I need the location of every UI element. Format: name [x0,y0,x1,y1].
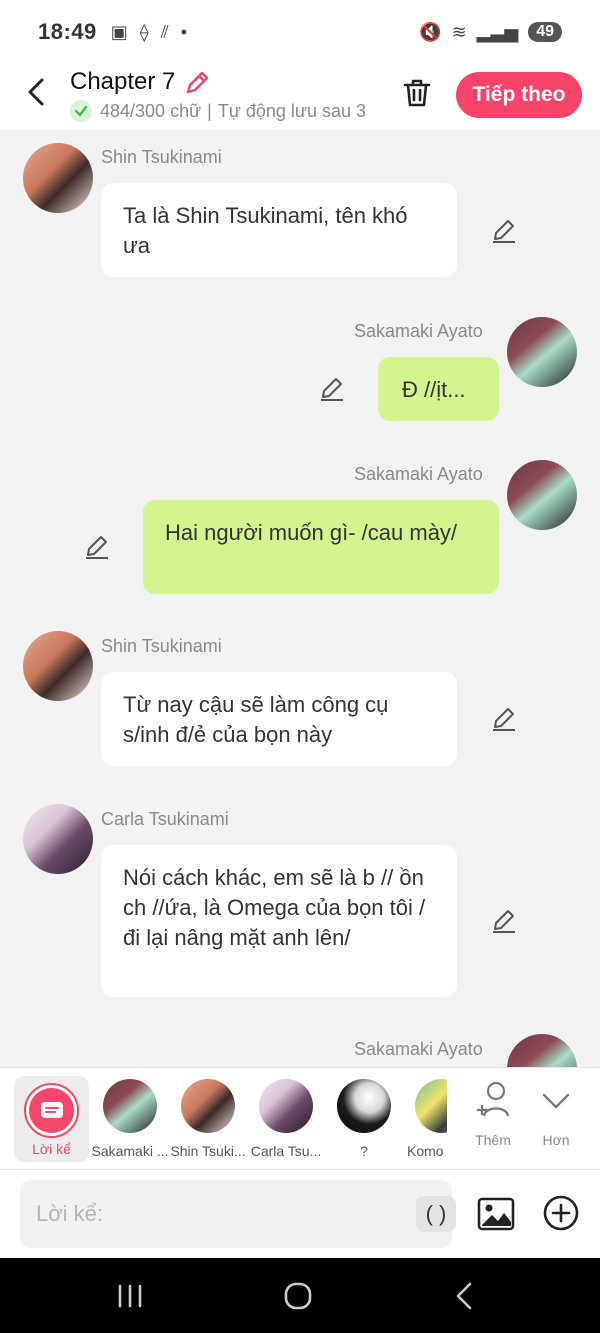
divider: | [207,100,212,121]
character-avatar [259,1079,313,1133]
character-item[interactable]: Komo [403,1076,447,1162]
pencil-icon [86,536,108,559]
status-right: 🔇 ≋ ▂▃▅ 49 [419,22,562,43]
narrator-icon-bg [29,1088,74,1133]
more-label: Hơn [542,1132,570,1148]
check-icon [70,100,92,122]
edit-message-button[interactable] [490,217,518,245]
image-icon [477,1197,515,1231]
input-container: ( ) [20,1180,456,1248]
back-button[interactable] [20,76,52,108]
avatar-ayato[interactable] [507,317,577,387]
hashtag-icon: ⫽ [160,21,169,42]
character-label: Carla Tsu... [250,1143,322,1159]
message-bubble[interactable]: Đ //ịt... [378,357,499,421]
pencil-icon [321,378,343,401]
sender-name: Sakamaki Ayato [354,464,483,484]
avatar-ayato[interactable] [507,1034,577,1067]
avatar-ayato[interactable] [507,460,577,530]
narrator-button[interactable]: Lời kể [14,1076,89,1162]
system-nav-bar [0,1258,600,1333]
status-left-icons: ▣ ⟠ ⫽ • [111,22,187,43]
character-avatar [181,1079,235,1133]
message-bubble[interactable]: Từ nay cậu sẽ làm công cụ s/inh đ/ẻ của … [101,672,457,766]
plus-circle-icon [543,1195,579,1231]
edit-message-button[interactable] [83,533,111,561]
add-character-button[interactable]: Thêm [463,1076,523,1162]
sender-name: Carla Tsukinami [101,809,229,829]
narrator-ring [24,1083,79,1138]
word-count: 484/300 chữ [100,100,202,121]
avatar-carla[interactable] [23,804,93,874]
message-input[interactable] [36,1180,396,1248]
battery-badge: 49 [528,22,562,42]
add-button[interactable] [542,1194,580,1232]
home-icon [284,1282,312,1310]
app-notification-icon: ⟠ [139,21,149,42]
avatar-shin[interactable] [23,631,93,701]
character-avatar [337,1079,391,1133]
message-bubble[interactable]: Nói cách khác, em sẽ là b // ồn ch //ứa,… [101,845,457,997]
save-status: 484/300 chữ | Tự động lưu sau 3 [70,100,380,122]
pencil-icon [493,708,515,731]
chevron-down-icon [542,1093,570,1109]
character-avatar [415,1079,447,1133]
character-label: Sakamaki ... [91,1143,169,1159]
add-user-icon [477,1081,510,1117]
edit-title-button[interactable] [182,68,212,98]
input-row: ( ) [0,1169,600,1258]
more-button[interactable]: Hơn [526,1076,586,1162]
narrator-label: Lời kể [32,1141,71,1157]
edit-message-button[interactable] [490,907,518,935]
trash-icon [403,79,431,107]
wifi-icon: ≋ [451,21,467,42]
status-bar: 18:49 ▣ ⟠ ⫽ • 🔇 ≋ ▂▃▅ 49 [0,0,600,64]
pencil-icon [493,220,515,243]
next-button[interactable]: Tiếp theo [456,72,582,118]
parenthesis-button[interactable]: ( ) [416,1196,456,1232]
edit-message-button[interactable] [490,705,518,733]
chevron-left-icon [28,78,44,106]
message-bubble[interactable]: Hai người muốn gì- /cau mày/ [143,500,499,594]
chat-area[interactable]: Shin Tsukinami Ta là Shin Tsukinami, tên… [0,130,600,1067]
character-label: ? [360,1143,368,1159]
chat-bubble-icon [40,1101,63,1118]
autosave-text: Tự động lưu sau 3 [217,100,367,121]
character-item[interactable]: Shin Tsuki... [169,1076,247,1162]
chapter-title: Chapter 7 [70,68,176,95]
character-item[interactable]: ? [325,1076,403,1162]
character-item[interactable]: Carla Tsu... [247,1076,325,1162]
sender-name: Sakamaki Ayato [354,1039,483,1059]
back-arrow-icon [456,1282,472,1310]
back-nav-button[interactable] [446,1280,486,1312]
header: Chapter 7 484/300 chữ | Tự động lưu sau … [0,64,600,130]
screenshot-icon: ▣ [110,21,128,42]
edit-message-button[interactable] [318,375,346,403]
character-label: Komo [407,1143,444,1159]
character-selector: Lời kể Sakamaki ... Shin Tsuki... Carla … [0,1067,600,1169]
pencil-icon [493,910,515,933]
delete-button[interactable] [400,76,434,110]
sender-name: Sakamaki Ayato [354,321,483,341]
sender-name: Shin Tsukinami [101,147,222,167]
character-avatar [103,1079,157,1133]
pencil-icon [186,71,209,94]
character-item[interactable]: Sakamaki ... [91,1076,169,1162]
recent-apps-icon [118,1284,142,1308]
status-time: 18:49 [38,19,97,44]
mute-icon: 🔇 [419,21,442,42]
dot-icon: • [180,21,188,42]
insert-image-button[interactable] [476,1194,516,1234]
message-bubble[interactable]: Ta là Shin Tsukinami, tên khó ưa [101,183,457,277]
home-button[interactable] [278,1280,318,1312]
add-label: Thêm [475,1132,511,1148]
character-label: Shin Tsuki... [170,1143,246,1159]
signal-icon: ▂▃▅ [476,21,519,42]
recent-apps-button[interactable] [110,1280,150,1312]
avatar-shin[interactable] [23,143,93,213]
sender-name: Shin Tsukinami [101,636,222,656]
